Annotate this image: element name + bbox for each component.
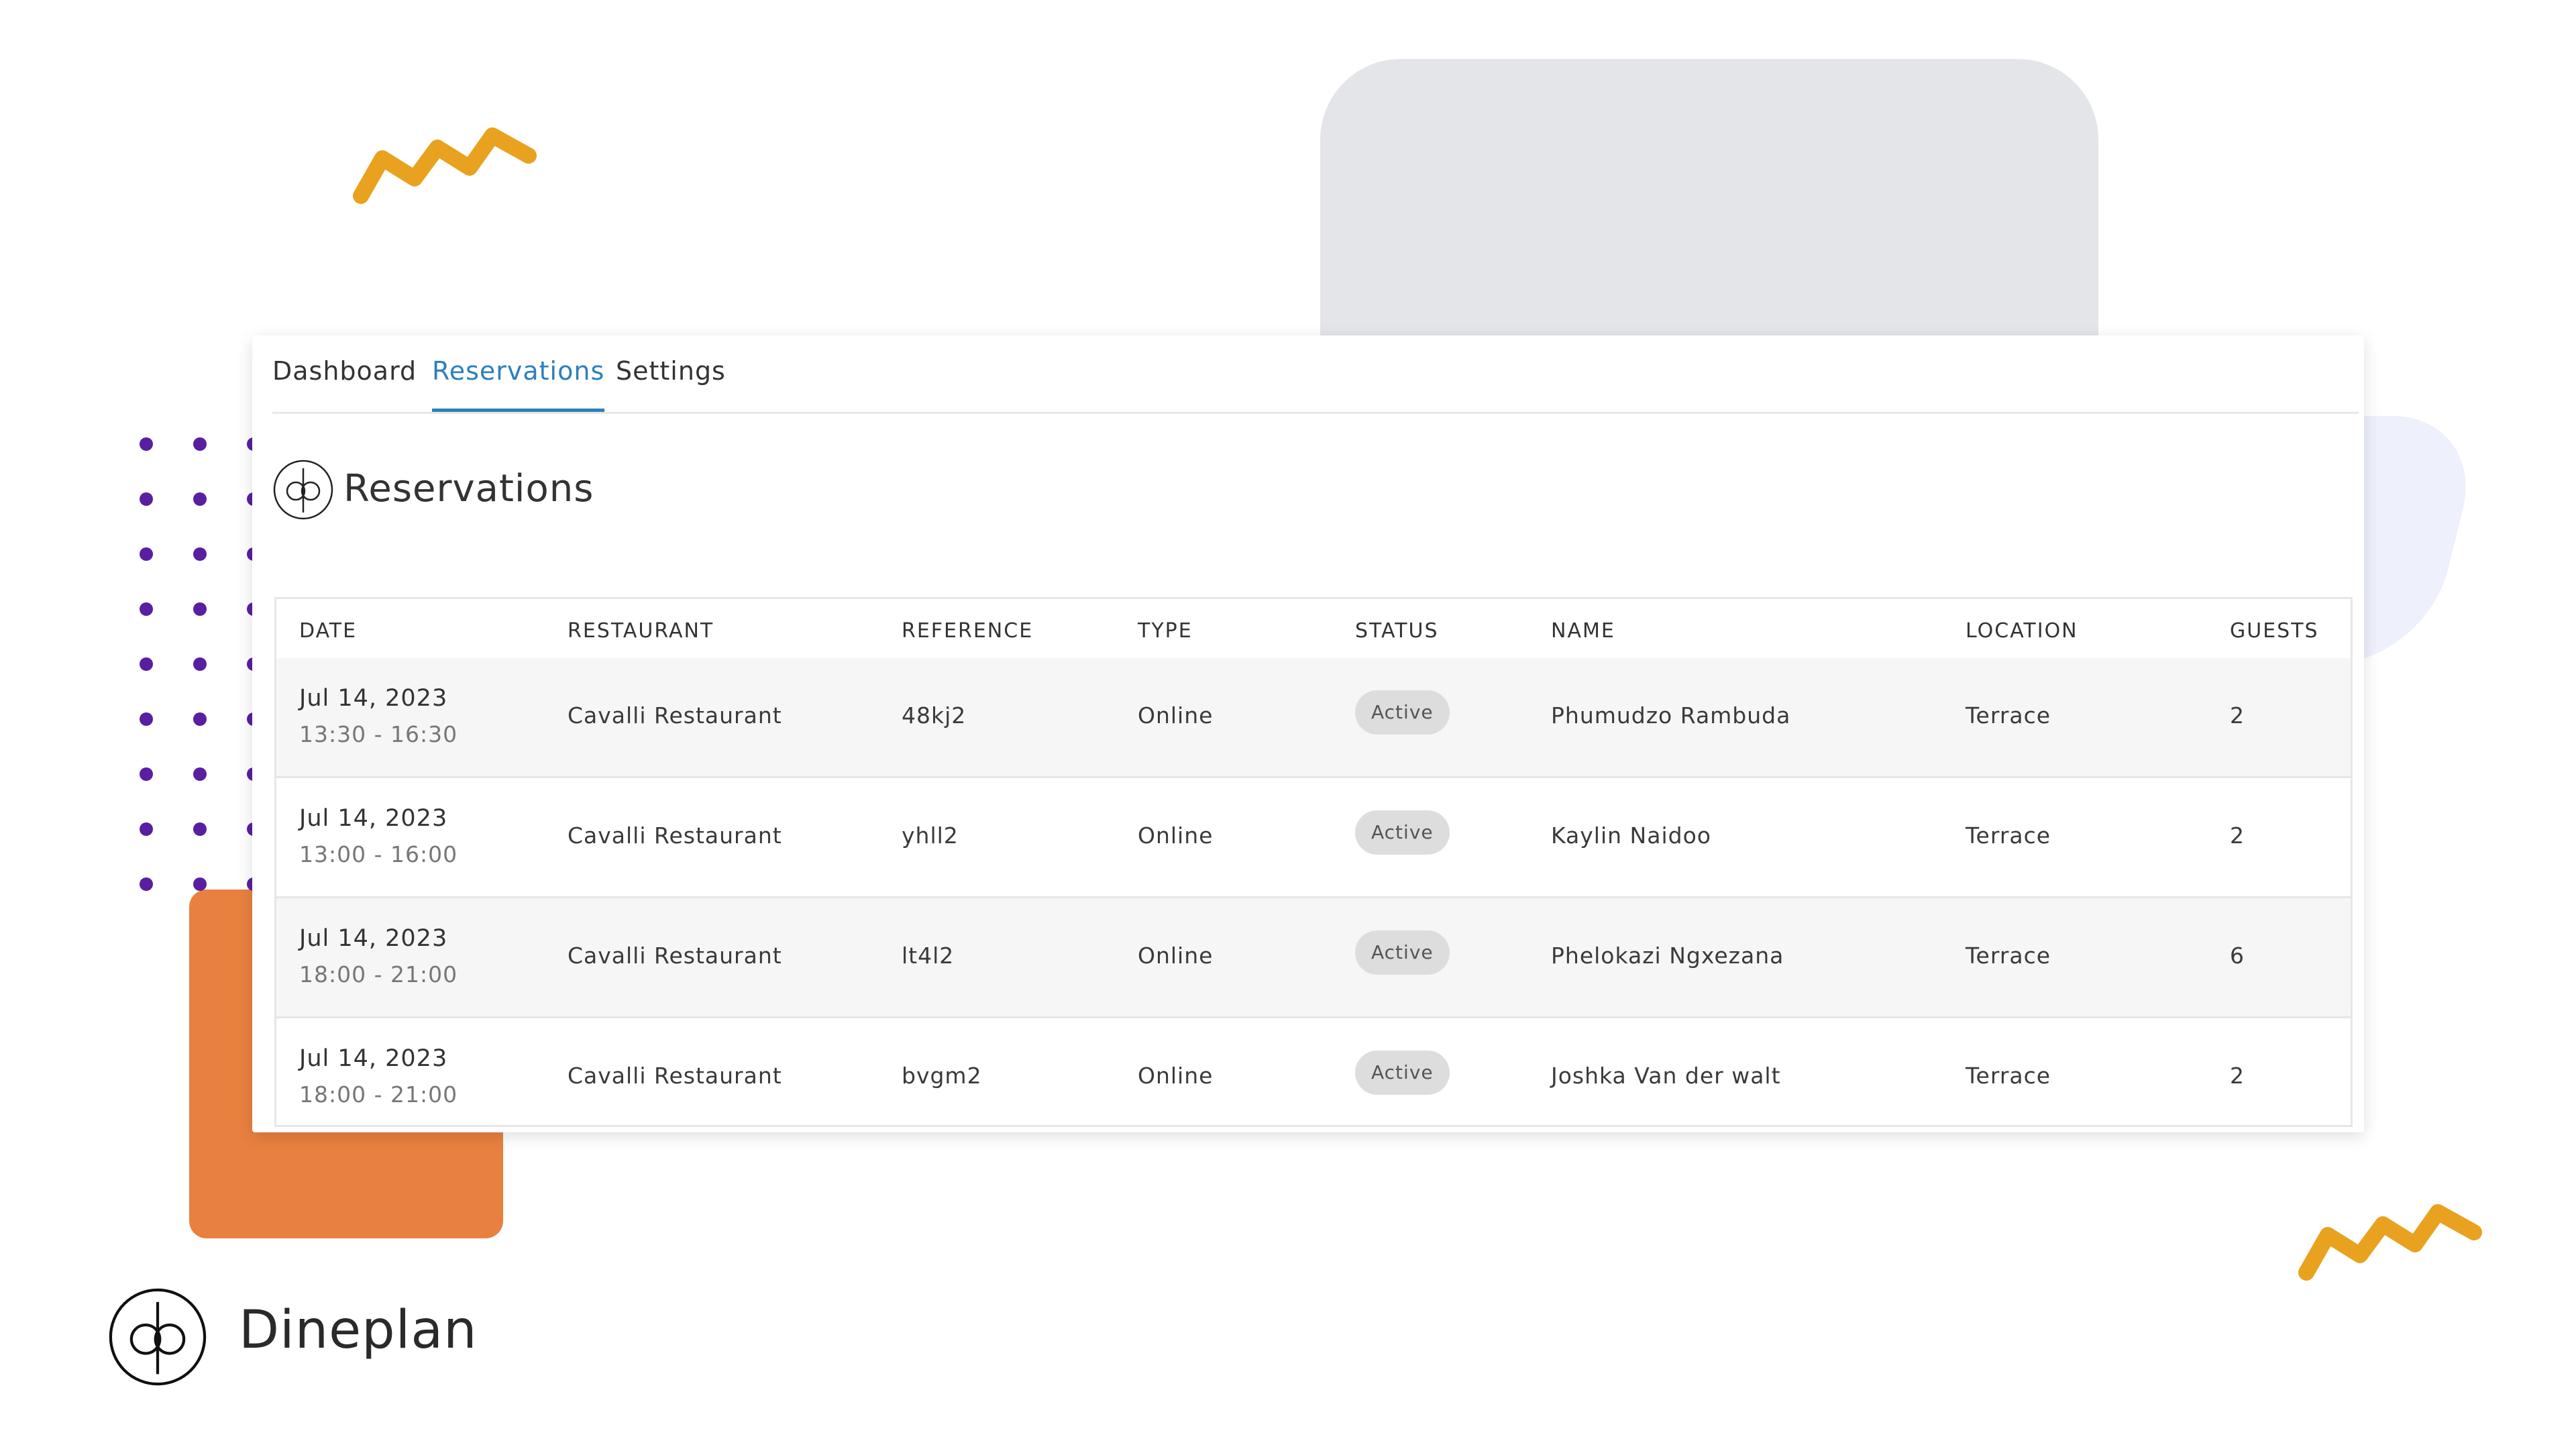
column-header-type[interactable]: TYPE (1138, 619, 1193, 643)
reservation-reference: lt4l2 (902, 943, 955, 969)
purple-dot (140, 767, 153, 781)
column-header-status[interactable]: STATUS (1355, 619, 1439, 643)
reservation-type: Online (1138, 822, 1214, 849)
purple-dot (193, 877, 207, 891)
zigzag-decor-top (353, 127, 537, 204)
reservation-time: 18:00 - 21:00 (299, 961, 458, 987)
status-badge: Active (1355, 690, 1450, 735)
table-location: Terrace (1966, 1063, 2051, 1089)
column-header-location[interactable]: LOCATION (1966, 619, 2078, 643)
reservation-reference: bvgm2 (902, 1063, 982, 1089)
purple-dot (193, 547, 207, 561)
restaurant-name: Cavalli Restaurant (568, 702, 782, 729)
guest-name: Joshka Van der walt (1551, 1063, 1781, 1089)
purple-dot (140, 657, 153, 671)
purple-dot (140, 492, 153, 506)
status-badge: Active (1355, 810, 1450, 855)
reservation-date: Jul 14, 2023 (299, 1045, 448, 1072)
purple-dot (193, 657, 207, 671)
status-badge: Active (1355, 1051, 1450, 1095)
brand-name: Dineplan (239, 1300, 478, 1360)
purple-dot (193, 767, 207, 781)
purple-dot (140, 602, 153, 616)
restaurant-name: Cavalli Restaurant (568, 943, 782, 969)
table-row[interactable]: Jul 14, 2023 18:00 - 21:00 Cavalli Restaur… (276, 1018, 2351, 1125)
page-title: Reservations (343, 467, 594, 511)
status-badge: Active (1355, 930, 1450, 975)
purple-dot (140, 547, 153, 561)
purple-dot (193, 602, 207, 616)
purple-dot (193, 822, 207, 836)
reservation-time: 13:00 - 16:00 (299, 841, 458, 867)
reservation-reference: yhll2 (902, 822, 959, 849)
tab-reservations[interactable]: Reservations (432, 354, 605, 412)
guest-name: Kaylin Naidoo (1551, 822, 1711, 849)
table-location: Terrace (1966, 943, 2051, 969)
column-header-guests[interactable]: GUESTS (2230, 619, 2319, 643)
column-header-name[interactable]: NAME (1551, 619, 1615, 643)
guest-count: 2 (2230, 1063, 2245, 1089)
reservation-type: Online (1138, 943, 1214, 969)
reservation-type: Online (1138, 702, 1214, 729)
restaurant-name: Cavalli Restaurant (568, 822, 782, 849)
reservations-panel: Dashboard Reservations Settings Reservat… (252, 335, 2364, 1132)
reservation-time: 18:00 - 21:00 (299, 1081, 458, 1108)
purple-dot (193, 712, 207, 726)
purple-dot (140, 822, 153, 836)
table-row[interactable]: Jul 14, 2023 13:00 - 16:00 Cavalli Restaur… (276, 778, 2351, 898)
table-location: Terrace (1966, 702, 2051, 729)
purple-dot (140, 712, 153, 726)
table-header: DATE RESTAURANT REFERENCE TYPE STATUS NA… (276, 599, 2351, 660)
purple-dot (140, 877, 153, 891)
tab-bar: Dashboard Reservations Settings (272, 335, 2359, 414)
reservation-date: Jul 14, 2023 (299, 805, 448, 832)
dp-monogram-icon (109, 1288, 207, 1386)
reservation-type: Online (1138, 1063, 1214, 1089)
reservations-table: DATE RESTAURANT REFERENCE TYPE STATUS NA… (274, 597, 2353, 1127)
reservation-time: 13:30 - 16:30 (299, 721, 458, 747)
tab-settings[interactable]: Settings (616, 354, 726, 412)
tab-dashboard[interactable]: Dashboard (272, 354, 417, 412)
guest-name: Phelokazi Ngxezana (1551, 943, 1784, 969)
column-header-restaurant[interactable]: RESTAURANT (568, 619, 714, 643)
column-header-reference[interactable]: REFERENCE (902, 619, 1033, 643)
column-header-date[interactable]: DATE (299, 619, 357, 643)
purple-dot (140, 437, 153, 451)
restaurant-name: Cavalli Restaurant (568, 1063, 782, 1089)
table-row[interactable]: Jul 14, 2023 13:30 - 16:30 Cavalli Restaur… (276, 658, 2351, 778)
reservation-reference: 48kj2 (902, 702, 967, 729)
reservation-date: Jul 14, 2023 (299, 925, 448, 952)
purple-dot (193, 437, 207, 451)
dp-monogram-icon (273, 460, 333, 520)
guest-count: 2 (2230, 702, 2245, 729)
guest-count: 6 (2230, 943, 2245, 969)
table-row[interactable]: Jul 14, 2023 18:00 - 21:00 Cavalli Restaur… (276, 898, 2351, 1018)
zigzag-decor-bottom (2298, 1204, 2482, 1281)
guest-count: 2 (2230, 822, 2245, 849)
reservation-date: Jul 14, 2023 (299, 685, 448, 712)
table-location: Terrace (1966, 822, 2051, 849)
guest-name: Phumudzo Rambuda (1551, 702, 1791, 729)
purple-dot (193, 492, 207, 506)
